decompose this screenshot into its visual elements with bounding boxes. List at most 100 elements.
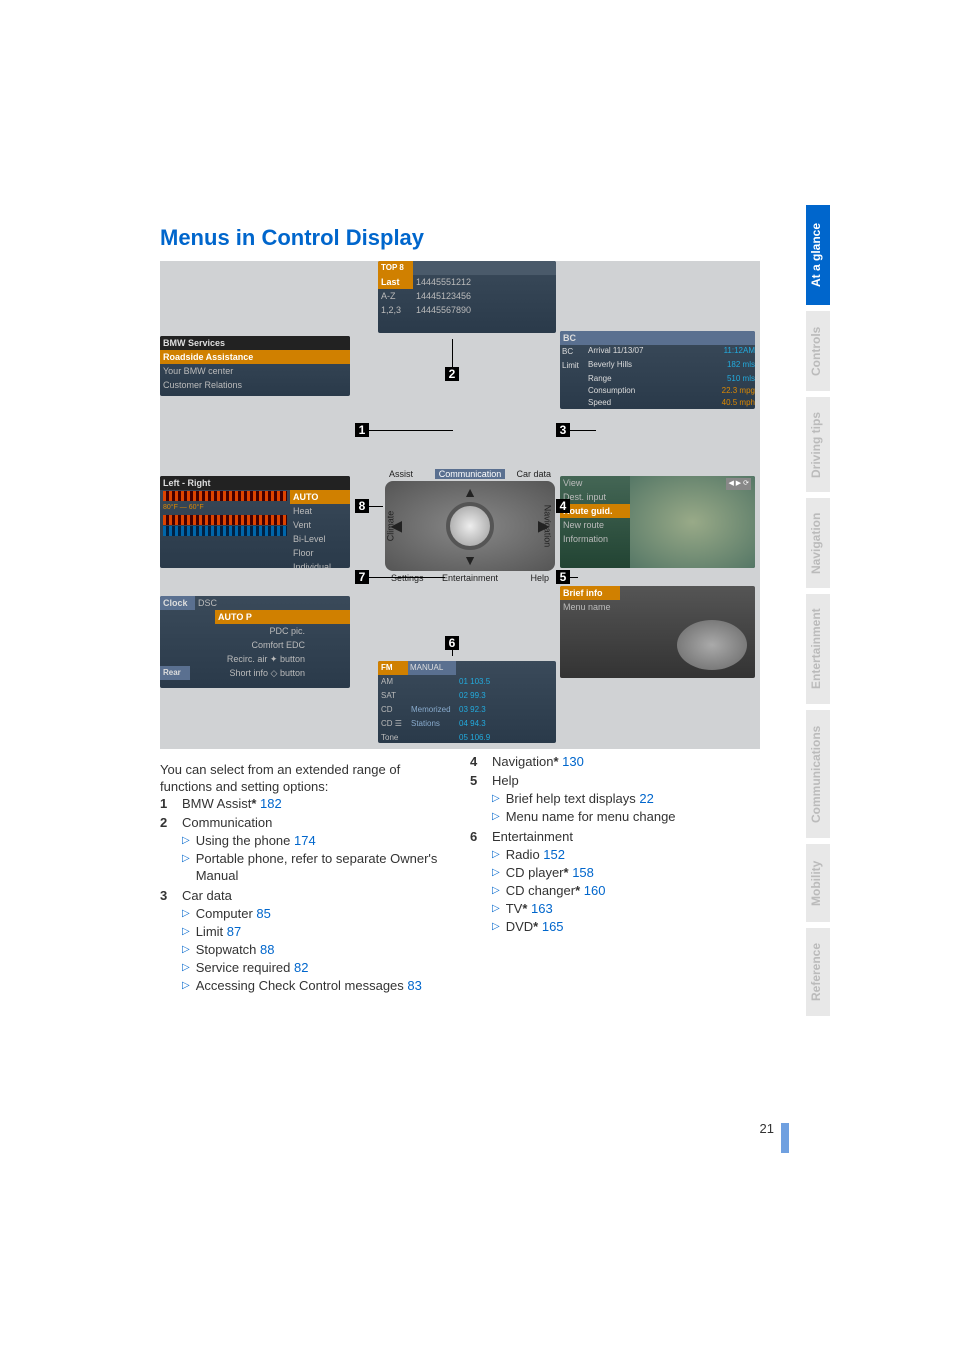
intro-text: You can select from an extended range of…: [160, 761, 410, 795]
footnote-star: *: [564, 865, 569, 880]
sub-list-item: ▷ Brief help text displays 22: [492, 790, 760, 807]
list-item-heading: Communication: [182, 814, 450, 831]
tab-reference[interactable]: Reference: [806, 928, 830, 1016]
sub-item-text: Limit 87: [196, 923, 242, 940]
page-link[interactable]: 152: [543, 847, 565, 862]
sub-list-item: ▷ DVD* 165: [492, 918, 760, 935]
page-link[interactable]: 158: [572, 865, 594, 880]
tab-mobility[interactable]: Mobility: [806, 844, 830, 922]
triangle-bullet-icon: ▷: [492, 846, 500, 863]
footnote-star: *: [575, 883, 580, 898]
page-link[interactable]: 83: [407, 978, 421, 993]
right-index-list: 4Navigation* 1305Help▷Brief help text di…: [470, 753, 760, 936]
callout-8: 8: [355, 499, 369, 513]
screen-bmw-services: BMW Services Roadside Assistance Your BM…: [160, 336, 350, 396]
screen-settings: Clock DSC AUTO P PDC pic. Comfort EDC Re…: [160, 596, 350, 688]
page-link[interactable]: 182: [260, 796, 282, 811]
footnote-star: *: [533, 919, 538, 934]
sub-list-item: ▷TV* 163: [492, 900, 760, 917]
list-number: 5: [470, 772, 492, 826]
sub-item-text: CD player* 158: [506, 864, 594, 881]
callout-5: 5: [556, 570, 570, 584]
page-link[interactable]: 87: [227, 924, 241, 939]
triangle-bullet-icon: ▷: [492, 790, 500, 807]
callout-7: 7: [355, 570, 369, 584]
sub-item-text: Portable phone, refer to separate Owner'…: [196, 850, 450, 884]
callout-2: 2: [445, 367, 459, 381]
control-display-diagram: BMW Services Roadside Assistance Your BM…: [160, 261, 760, 749]
tab-communications[interactable]: Communications: [806, 710, 830, 838]
page-link[interactable]: 130: [562, 754, 584, 769]
sub-list-item: ▷ Computer 85: [182, 905, 450, 922]
page-link[interactable]: 88: [260, 942, 274, 957]
tab-navigation[interactable]: Navigation: [806, 498, 830, 588]
sub-list-item: ▷Using the phone 174: [182, 832, 450, 849]
footnote-star: *: [522, 901, 527, 916]
tab-controls[interactable]: Controls: [806, 311, 830, 391]
list-item-heading: Help: [492, 772, 760, 789]
triangle-bullet-icon: ▷: [182, 905, 190, 922]
footnote-star: *: [251, 796, 256, 811]
callout-1: 1: [355, 423, 369, 437]
tab-entertainment[interactable]: Entertainment: [806, 594, 830, 704]
callout-3: 3: [556, 423, 570, 437]
sub-list-item: ▷ Service required 82: [182, 959, 450, 976]
list-number: 2: [160, 814, 182, 885]
list-item-heading: Car data: [182, 887, 450, 904]
list-number: 4: [470, 753, 492, 770]
screen-navigation: View Dest. input Route guid. New route I…: [560, 476, 755, 568]
sub-item-text: TV* 163: [506, 900, 553, 917]
list-number: 6: [470, 828, 492, 936]
triangle-bullet-icon: ▷: [182, 850, 190, 884]
sub-item-text: Brief help text displays 22: [506, 790, 654, 807]
tab-driving-tips[interactable]: Driving tips: [806, 397, 830, 492]
triangle-bullet-icon: ▷: [492, 882, 500, 899]
footnote-star: *: [553, 754, 558, 769]
callout-6: 6: [445, 636, 459, 650]
page-link[interactable]: 160: [584, 883, 606, 898]
screen-help: Brief info Menu name: [560, 586, 755, 678]
sub-item-text: Stopwatch 88: [196, 941, 275, 958]
tab-at-a-glance[interactable]: At a glance: [806, 205, 830, 305]
sub-item-text: Radio 152: [506, 846, 565, 863]
list-item-heading: Navigation* 130: [492, 753, 760, 770]
page-title: Menus in Control Display: [160, 225, 760, 251]
callout-4: 4: [556, 499, 570, 513]
sub-list-item: ▷ Stopwatch 88: [182, 941, 450, 958]
sub-list-item: ▷ Radio 152: [492, 846, 760, 863]
triangle-bullet-icon: ▷: [182, 941, 190, 958]
triangle-bullet-icon: ▷: [182, 832, 190, 849]
page-link[interactable]: 82: [294, 960, 308, 975]
triangle-bullet-icon: ▷: [182, 959, 190, 976]
page-link[interactable]: 165: [542, 919, 564, 934]
sub-list-item: ▷ CD changer* 160: [492, 882, 760, 899]
sub-item-text: Service required 82: [196, 959, 309, 976]
sub-list-item: ▷ Accessing Check Control messages 83: [182, 977, 450, 994]
page-number: 21: [760, 1121, 774, 1136]
sub-item-text: DVD* 165: [506, 918, 564, 935]
controller-pad: ▲ ▼ ◀ ▶ Communication Assist Car data Cl…: [385, 481, 555, 571]
list-number: 1: [160, 795, 182, 812]
page-link[interactable]: 163: [531, 901, 553, 916]
sub-item-text: Accessing Check Control messages 83: [196, 977, 422, 994]
page-link[interactable]: 174: [294, 833, 316, 848]
side-tabs: At a glance Controls Driving tips Naviga…: [806, 205, 830, 1016]
triangle-bullet-icon: ▷: [492, 864, 500, 881]
left-index-list: 1BMW Assist* 1822Communication▷Using the…: [160, 795, 450, 995]
sub-list-item: ▷Portable phone, refer to separate Owner…: [182, 850, 450, 884]
triangle-bullet-icon: ▷: [182, 977, 190, 994]
triangle-bullet-icon: ▷: [492, 808, 500, 825]
screen-phone: TOP 8 Last 14445551212 A-Z 14445123456 1…: [378, 261, 556, 333]
list-item-heading: Entertainment: [492, 828, 760, 845]
screen-entertainment: FM MANUAL AM01 103.5 SAT02 99.3 CDMemori…: [378, 661, 556, 743]
sub-item-text: Menu name for menu change: [506, 808, 676, 825]
screen-climate: Left - Right 80°F — 60°F AUTO Heat Vent …: [160, 476, 350, 568]
page-mark: [781, 1123, 789, 1153]
page-link[interactable]: 22: [639, 791, 653, 806]
triangle-bullet-icon: ▷: [492, 918, 500, 935]
sub-item-text: Computer 85: [196, 905, 271, 922]
page-link[interactable]: 85: [256, 906, 270, 921]
sub-list-item: ▷Limit 87: [182, 923, 450, 940]
sub-item-text: CD changer* 160: [506, 882, 606, 899]
list-item-heading: BMW Assist* 182: [182, 795, 450, 812]
